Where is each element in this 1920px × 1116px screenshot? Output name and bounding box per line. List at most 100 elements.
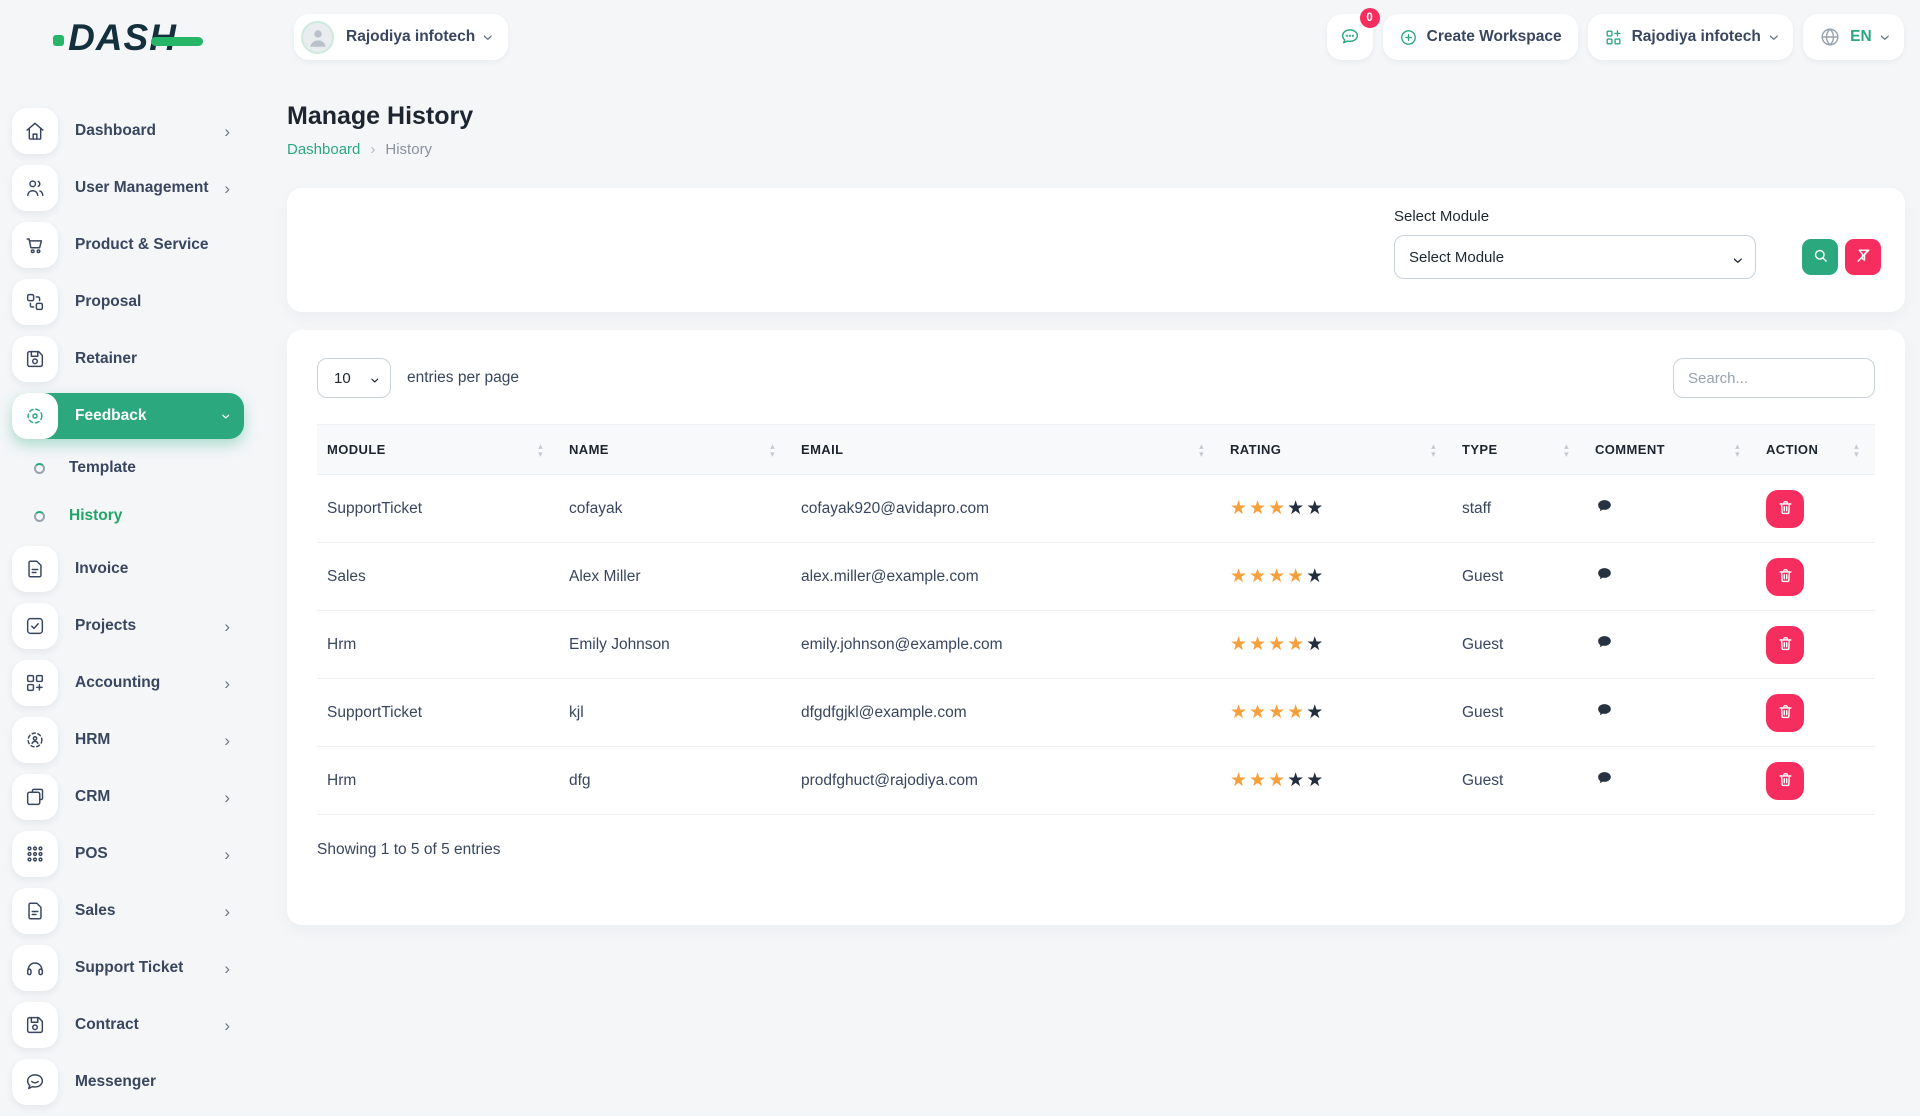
star-icon: ★ xyxy=(1287,566,1306,587)
sidebar-item-user-management[interactable]: User Management› xyxy=(12,165,244,211)
table-row: Hrmdfgprodfghuct@rajodiya.com★★★★★Guest xyxy=(317,747,1875,815)
language-selector[interactable]: EN › xyxy=(1803,14,1904,60)
sidebar-item-retainer[interactable]: Retainer xyxy=(12,336,244,382)
module-select[interactable]: Select Module › xyxy=(1394,235,1756,279)
module-cell: Hrm xyxy=(317,747,559,815)
star-icon: ★ xyxy=(1306,498,1325,519)
cart-icon xyxy=(12,222,58,268)
star-icon: ★ xyxy=(1287,702,1306,723)
page-size-select[interactable]: 10 › xyxy=(317,358,391,398)
star-icon: ★ xyxy=(1230,702,1249,723)
sidebar: Dashboard› User Management› Product & Serv… xyxy=(0,80,256,1116)
sidebar-subitem-history[interactable]: History xyxy=(34,498,244,534)
logo-dot-icon xyxy=(53,35,64,46)
type-cell: Guest xyxy=(1452,611,1585,679)
logo-bar-icon xyxy=(151,37,203,46)
sidebar-item-hrm[interactable]: HRM› xyxy=(12,717,244,763)
comment-icon[interactable] xyxy=(1595,769,1614,788)
sidebar-item-pos[interactable]: POS› xyxy=(12,831,244,877)
delete-button[interactable] xyxy=(1766,626,1804,664)
type-cell: Guest xyxy=(1452,543,1585,611)
chevron-down-icon: › xyxy=(1764,34,1783,40)
app-logo[interactable]: DASH xyxy=(0,17,256,59)
star-icon: ★ xyxy=(1268,566,1287,587)
sidebar-item-support-ticket[interactable]: Support Ticket› xyxy=(12,945,244,991)
column-header-action[interactable]: ACTION▴▾ xyxy=(1756,425,1875,475)
chevron-down-icon: › xyxy=(479,34,498,40)
sidebar-item-product-service[interactable]: Product & Service xyxy=(12,222,244,268)
chat-bubble-icon xyxy=(1339,26,1361,48)
breadcrumb-current: History xyxy=(385,141,432,158)
chevron-right-icon: › xyxy=(224,123,230,140)
workspace-selector[interactable]: Rajodiya infotech › xyxy=(294,14,508,60)
sidebar-item-proposal[interactable]: Proposal xyxy=(12,279,244,325)
sidebar-item-crm[interactable]: CRM› xyxy=(12,774,244,820)
chevron-right-icon: › xyxy=(224,960,230,977)
email-cell: prodfghuct@rajodiya.com xyxy=(791,747,1220,815)
sort-icons: ▴▾ xyxy=(770,442,775,458)
type-cell: staff xyxy=(1452,475,1585,543)
search-button[interactable] xyxy=(1802,239,1838,275)
table-row: SupportTicketcofayakcofayak920@avidapro.… xyxy=(317,475,1875,543)
comment-icon[interactable] xyxy=(1595,633,1614,652)
column-header-type[interactable]: TYPE▴▾ xyxy=(1452,425,1585,475)
module-cell: Sales xyxy=(317,543,559,611)
invoice-icon xyxy=(12,546,58,592)
ring-icon xyxy=(34,463,45,474)
comment-icon[interactable] xyxy=(1595,497,1614,516)
table-row: SalesAlex Milleralex.miller@example.com★… xyxy=(317,543,1875,611)
messages-button[interactable]: 0 xyxy=(1327,14,1373,60)
select-module-label: Select Module xyxy=(1394,208,1881,225)
feedback-icon xyxy=(12,393,58,439)
name-cell: cofayak xyxy=(559,475,791,543)
breadcrumb-dashboard-link[interactable]: Dashboard xyxy=(287,141,360,158)
name-cell: dfg xyxy=(559,747,791,815)
comment-icon[interactable] xyxy=(1595,701,1614,720)
column-header-email[interactable]: EMAIL▴▾ xyxy=(791,425,1220,475)
create-workspace-button[interactable]: Create Workspace xyxy=(1383,14,1578,60)
sidebar-item-projects[interactable]: Projects› xyxy=(12,603,244,649)
delete-button[interactable] xyxy=(1766,490,1804,528)
table-row: SupportTicketkjldfgdfgjkl@example.com★★★… xyxy=(317,679,1875,747)
star-icon: ★ xyxy=(1306,770,1325,791)
column-header-rating[interactable]: RATING▴▾ xyxy=(1220,425,1452,475)
column-header-module[interactable]: MODULE▴▾ xyxy=(317,425,559,475)
sidebar-item-feedback[interactable]: Feedback› xyxy=(12,393,244,439)
accounting-icon xyxy=(12,660,58,706)
search-icon xyxy=(1812,247,1829,267)
page-title: Manage History xyxy=(287,102,1905,131)
delete-button[interactable] xyxy=(1766,694,1804,732)
company-selector[interactable]: Rajodiya infotech › xyxy=(1588,14,1794,60)
sidebar-item-accounting[interactable]: Accounting› xyxy=(12,660,244,706)
history-table-card: 10 › entries per page MODULE▴▾NAME▴▾EMAI… xyxy=(287,330,1905,925)
column-header-comment[interactable]: COMMENT▴▾ xyxy=(1585,425,1756,475)
table-search-input[interactable] xyxy=(1673,358,1875,398)
hrm-icon xyxy=(12,717,58,763)
delete-button[interactable] xyxy=(1766,762,1804,800)
grid-plus-icon xyxy=(1604,28,1623,47)
star-icon: ★ xyxy=(1249,566,1268,587)
sidebar-item-invoice[interactable]: Invoice xyxy=(12,546,244,592)
star-icon: ★ xyxy=(1230,498,1249,519)
sidebar-subitem-template[interactable]: Template xyxy=(34,450,244,486)
star-icon: ★ xyxy=(1268,498,1287,519)
star-icon: ★ xyxy=(1268,770,1287,791)
history-table: MODULE▴▾NAME▴▾EMAIL▴▾RATING▴▾TYPE▴▾COMME… xyxy=(317,424,1875,815)
chevron-right-icon: › xyxy=(370,141,375,158)
sidebar-item-sales[interactable]: Sales› xyxy=(12,888,244,934)
sort-icons: ▴▾ xyxy=(1564,442,1569,458)
workspace-label: Rajodiya infotech xyxy=(346,28,475,46)
star-icon: ★ xyxy=(1268,634,1287,655)
trash-icon xyxy=(1777,499,1794,519)
delete-button[interactable] xyxy=(1766,558,1804,596)
sort-icons: ▴▾ xyxy=(1431,442,1436,458)
sidebar-item-messenger[interactable]: Messenger xyxy=(12,1059,244,1105)
clear-filter-button[interactable] xyxy=(1845,239,1881,275)
sidebar-item-contract[interactable]: Contract› xyxy=(12,1002,244,1048)
main-content: Manage History Dashboard › History Selec… xyxy=(287,80,1905,925)
star-icon: ★ xyxy=(1249,634,1268,655)
sidebar-item-dashboard[interactable]: Dashboard› xyxy=(12,108,244,154)
comment-icon[interactable] xyxy=(1595,565,1614,584)
column-header-name[interactable]: NAME▴▾ xyxy=(559,425,791,475)
type-cell: Guest xyxy=(1452,747,1585,815)
